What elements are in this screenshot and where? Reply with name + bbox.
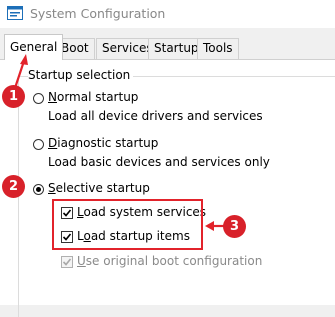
annotation-arrows (13, 54, 225, 231)
step-badge-3: 3 (223, 215, 246, 238)
step-badge-1: 1 (2, 85, 25, 108)
step-badge-2: 2 (2, 175, 25, 198)
annotation-highlight-box (52, 199, 203, 250)
